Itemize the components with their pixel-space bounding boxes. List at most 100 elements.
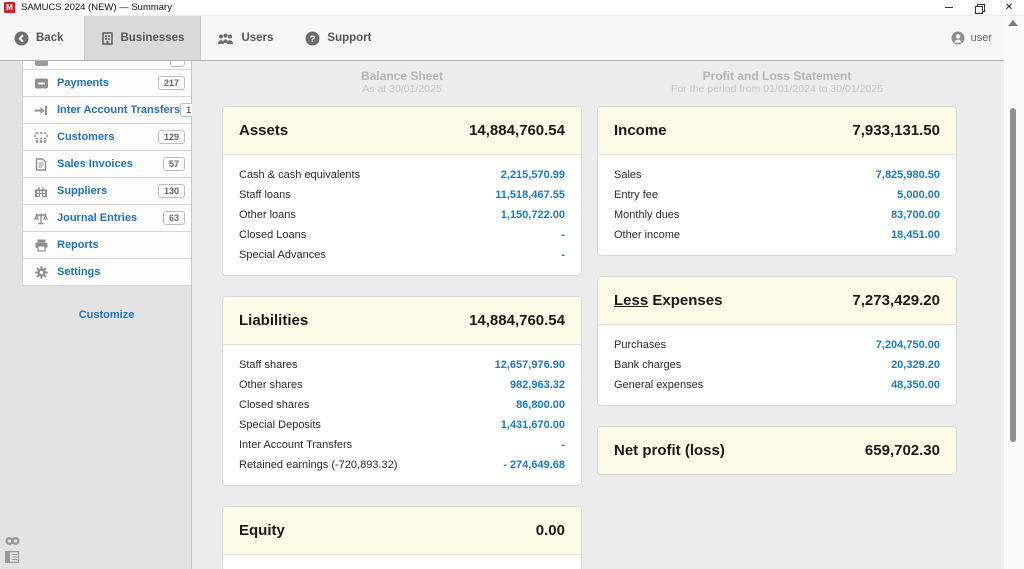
- account-amount-link[interactable]: 5,000.00: [897, 189, 940, 201]
- income-card: Income 7,933,131.50 Sales 7,825,980.50 E…: [597, 106, 957, 256]
- hidden-item-icon: [34, 61, 48, 67]
- income-card-header: Income 7,933,131.50: [598, 107, 956, 155]
- sidebar-item-partial[interactable]: [23, 61, 191, 70]
- window-titlebar: M SAMUCS 2024 (NEW) — Summary ✕: [0, 0, 1024, 16]
- count-badge: 217: [157, 76, 185, 90]
- tab-businesses[interactable]: Businesses: [83, 16, 202, 60]
- expenses-card: Less Expenses 7,273,429.20 Purchases 7,2…: [597, 276, 957, 406]
- close-button[interactable]: ✕: [994, 0, 1024, 15]
- equity-card-header: Equity 0.00: [223, 507, 581, 555]
- account-amount-link[interactable]: -: [561, 249, 565, 261]
- sidebar-item-suppliers[interactable]: Suppliers 130: [23, 178, 191, 205]
- customize-link[interactable]: Customize: [22, 309, 191, 321]
- account-row: Entry fee 5,000.00: [614, 189, 940, 201]
- account-row: Retained earnings (-720,893.32) - 274,64…: [239, 459, 565, 471]
- pnl-column: Profit and Loss Statement For the period…: [597, 69, 957, 495]
- account-amount-link[interactable]: 1,150,722.00: [501, 209, 565, 221]
- sidebar-item-customers[interactable]: Customers 129: [23, 124, 191, 151]
- sidebar-item-journal-entries[interactable]: Journal Entries 63: [23, 205, 191, 232]
- scroll-up-arrow-icon[interactable]: [1008, 20, 1018, 26]
- account-row: Closed shares 86,800.00: [239, 399, 565, 411]
- user-avatar-icon: [951, 31, 965, 45]
- liabilities-card: Liabilities 14,884,760.54 Staff shares 1…: [222, 296, 582, 486]
- income-total: 7,933,131.50: [852, 122, 940, 139]
- app-logo-icon: M: [4, 2, 15, 13]
- sidebar-item-sales-invoices[interactable]: Sales Invoices 57: [23, 151, 191, 178]
- back-button[interactable]: Back: [0, 16, 80, 60]
- svg-text:?: ?: [310, 34, 316, 45]
- users-icon: [217, 32, 234, 45]
- vertical-scrollbar[interactable]: [1004, 16, 1024, 569]
- account-amount-link[interactable]: 1,431,670.00: [501, 419, 565, 431]
- account-amount-link[interactable]: 7,825,980.50: [876, 169, 940, 181]
- equity-title: Equity: [239, 522, 285, 539]
- minimize-button[interactable]: [934, 0, 964, 15]
- settings-icon: [34, 265, 48, 279]
- count-badge: 129: [157, 130, 185, 144]
- account-amount-link[interactable]: 48,350.00: [891, 379, 940, 391]
- account-row: Staff shares 12,657,976.90: [239, 359, 565, 371]
- tab-users[interactable]: Users: [201, 16, 289, 60]
- account-row: Other loans 1,150,722.00: [239, 209, 565, 221]
- scrollbar-thumb[interactable]: [1010, 108, 1016, 442]
- account-row: Staff loans 11,518,467.55: [239, 189, 565, 201]
- account-row: Cash & cash equivalents 2,215,570.99: [239, 169, 565, 181]
- account-amount-link[interactable]: 12,657,976.90: [495, 359, 565, 371]
- restore-button[interactable]: [964, 0, 994, 15]
- account-amount-link[interactable]: 982,963.32: [510, 379, 565, 391]
- suppliers-icon: [34, 185, 48, 198]
- pnl-title: Profit and Loss Statement: [702, 69, 852, 83]
- link-icon[interactable]: [5, 536, 20, 546]
- account-amount-link[interactable]: 18,451.00: [891, 229, 940, 241]
- account-amount-link[interactable]: 20,329.20: [891, 359, 940, 371]
- toggle-sidebar-icon[interactable]: [5, 551, 20, 563]
- sidebar-item-settings[interactable]: Settings: [23, 259, 191, 286]
- count-badge: [170, 61, 185, 67]
- balance-sheet-column: Balance Sheet As at 30/01/2025 Assets 14…: [222, 69, 582, 569]
- customers-icon: [34, 131, 48, 144]
- account-row: Closed Loans -: [239, 229, 565, 241]
- account-row: Special Advances -: [239, 249, 565, 261]
- account-amount-link[interactable]: 2,215,570.99: [501, 169, 565, 181]
- account-row: Sales 7,825,980.50: [614, 169, 940, 181]
- top-navbar: Back Businesses Users ? Support user: [0, 16, 1014, 61]
- assets-card: Assets 14,884,760.54 Cash & cash equival…: [222, 106, 582, 276]
- sales-invoices-icon: [34, 157, 48, 171]
- account-row: Inter Account Transfers -: [239, 439, 565, 451]
- expenses-card-header: Less Expenses 7,273,429.20: [598, 277, 956, 325]
- restore-icon: [975, 3, 985, 14]
- account-row: Purchases 7,204,750.00: [614, 339, 940, 351]
- pnl-subtitle: For the period from 01/01/2024 to 30/01/…: [671, 83, 883, 95]
- account-row: General expenses 48,350.00: [614, 379, 940, 391]
- account-amount-link[interactable]: -: [561, 439, 565, 451]
- sidebar-menu: Payments 217 Inter Account Transfers 1 C…: [22, 61, 195, 286]
- net-profit-total: 659,702.30: [864, 442, 940, 459]
- account-amount-link[interactable]: -: [561, 229, 565, 241]
- window-title: SAMUCS 2024 (NEW) — Summary: [21, 2, 172, 13]
- businesses-icon: [101, 31, 114, 45]
- account-amount-link[interactable]: 83,700.00: [891, 209, 940, 221]
- inter-account-transfers-icon: [34, 104, 48, 117]
- sidebar-item-reports[interactable]: Reports: [23, 232, 191, 259]
- net-profit-card-header: Net profit (loss) 659,702.30: [598, 427, 956, 474]
- income-title: Income: [614, 122, 667, 139]
- account-row: Other shares 982,963.32: [239, 379, 565, 391]
- account-amount-link[interactable]: 86,800.00: [516, 399, 565, 411]
- assets-total: 14,884,760.54: [469, 122, 565, 139]
- count-badge: 57: [162, 157, 185, 171]
- account-row: Monthly dues 83,700.00: [614, 209, 940, 221]
- liabilities-title: Liabilities: [239, 312, 309, 329]
- expenses-total: 7,273,429.20: [852, 292, 940, 309]
- account-amount-link[interactable]: 11,518,467.55: [495, 189, 565, 201]
- assets-title: Assets: [239, 122, 289, 139]
- account-amount-link[interactable]: 7,204,750.00: [876, 339, 940, 351]
- back-icon: [14, 31, 29, 46]
- tab-support[interactable]: ? Support: [289, 16, 387, 60]
- sidebar-item-inter-account-transfers[interactable]: Inter Account Transfers 1: [23, 97, 195, 124]
- balance-sheet-subtitle: As at 30/01/2025: [362, 83, 442, 95]
- journal-entries-icon: [34, 212, 48, 225]
- account-amount-link[interactable]: - 274,649.68: [503, 459, 565, 471]
- equity-card: Equity 0.00: [222, 506, 582, 569]
- sidebar-item-payments[interactable]: Payments 217: [23, 70, 191, 97]
- assets-card-header: Assets 14,884,760.54: [223, 107, 581, 155]
